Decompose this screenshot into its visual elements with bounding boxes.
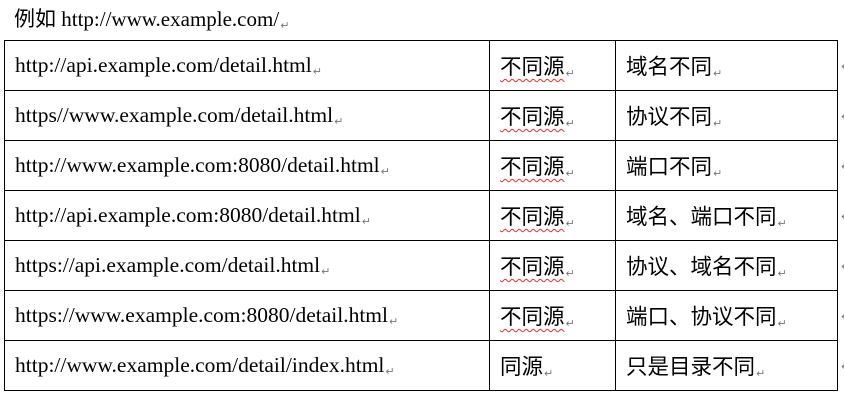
paragraph-mark-icon: ↵ (713, 167, 723, 180)
table-body: http://api.example.com/detail.html↵ 不同源↵ 域… (4, 40, 838, 391)
reason-text: 端口、协议不同 (626, 305, 777, 329)
reason-cell: 协议、域名不同↵ (615, 240, 838, 291)
origin-result-text: 同源 (500, 355, 544, 379)
url-text: https://api.example.com/detail.html (15, 253, 321, 277)
url-text: http://www.example.com/detail/index.html (15, 353, 385, 377)
paragraph-mark-icon: ↵ (565, 317, 575, 330)
paragraph-mark-icon: ↵ (565, 167, 575, 180)
table-row: http://api.example.com:8080/detail.html↵… (4, 190, 838, 241)
origin-result-text: 不同源 (500, 305, 565, 329)
reason-text: 协议不同 (626, 105, 713, 129)
url-text: http://api.example.com:8080/detail.html (15, 203, 361, 227)
origin-result-cell: 不同源↵ (489, 240, 616, 291)
url-cell: https//www.example.com/detail.html↵ (4, 90, 490, 141)
paragraph-mark-icon: ↵ (389, 315, 399, 328)
paragraph-mark-icon: ↵ (361, 215, 371, 228)
paragraph-mark-icon: ↵ (280, 19, 290, 32)
origin-result-text: 不同源 (500, 205, 565, 229)
paragraph-mark-icon: ↵ (777, 267, 787, 280)
reason-text: 只是目录不同 (626, 355, 756, 379)
table-row: http://www.example.com:8080/detail.html↵… (4, 140, 838, 191)
paragraph-mark-icon: ↵ (544, 367, 554, 380)
reason-text: 域名不同 (626, 55, 713, 79)
table-row: https//www.example.com/detail.html↵ 不同源↵ 协… (4, 90, 838, 141)
reason-cell: 只是目录不同↵ (615, 340, 838, 391)
reason-text: 域名、端口不同 (626, 205, 777, 229)
url-cell: http://www.example.com:8080/detail.html↵ (4, 140, 490, 191)
url-text: https//www.example.com/detail.html (15, 103, 334, 127)
url-cell: http://www.example.com/detail/index.html… (4, 340, 490, 391)
url-text: https://www.example.com:8080/detail.html (15, 303, 389, 327)
url-cell: https://api.example.com/detail.html↵ (4, 240, 490, 291)
paragraph-mark-icon: ↵ (565, 267, 575, 280)
url-cell: https://www.example.com:8080/detail.html… (4, 290, 490, 341)
paragraph-mark-icon: ↵ (713, 117, 723, 130)
origin-result-cell: 不同源↵ (489, 140, 616, 191)
paragraph-mark-icon: ↵ (565, 217, 575, 230)
table-row: https://api.example.com/detail.html↵ 不同源↵… (4, 240, 838, 291)
table-row: https://www.example.com:8080/detail.html… (4, 290, 838, 341)
table-row: http://www.example.com/detail/index.html… (4, 340, 838, 391)
paragraph-mark-icon: ↵ (713, 67, 723, 80)
intro-paragraph: 例如 http://www.example.com/↵ (14, 6, 289, 39)
reason-text: 端口不同 (626, 155, 713, 179)
paragraph-mark-icon: ↵ (334, 115, 344, 128)
paragraph-mark-icon: ↵ (321, 265, 331, 278)
url-cell: http://api.example.com/detail.html↵ (4, 40, 490, 91)
same-origin-table: http://api.example.com/detail.html↵ 不同源↵ 域… (4, 40, 838, 391)
origin-result-cell: 不同源↵ (489, 40, 616, 91)
origin-result-cell: 不同源↵ (489, 290, 616, 341)
origin-result-cell: 不同源↵ (489, 90, 616, 141)
reason-cell: 域名不同↵ (615, 40, 838, 91)
origin-result-text: 不同源 (500, 255, 565, 279)
reason-text: 协议、域名不同 (626, 255, 777, 279)
reason-cell: 协议不同↵ (615, 90, 838, 141)
url-text: http://www.example.com:8080/detail.html (15, 153, 380, 177)
paragraph-mark-icon: ↵ (777, 317, 787, 330)
table-row: http://api.example.com/detail.html↵ 不同源↵ 域… (4, 40, 838, 91)
paragraph-mark-icon: ↵ (565, 67, 575, 80)
origin-result-cell: 同源↵ (489, 340, 616, 391)
paragraph-mark-icon: ↵ (380, 165, 390, 178)
url-cell: http://api.example.com:8080/detail.html↵ (4, 190, 490, 241)
paragraph-mark-icon: ↵ (312, 65, 322, 78)
url-text: http://api.example.com/detail.html (15, 53, 312, 77)
reason-cell: 端口、协议不同↵ (615, 290, 838, 341)
paragraph-mark-icon: ↵ (756, 367, 766, 380)
reason-cell: 域名、端口不同↵ (615, 190, 838, 241)
intro-text: 例如 http://www.example.com/ (14, 7, 280, 31)
origin-result-text: 不同源 (500, 155, 565, 179)
origin-result-text: 不同源 (500, 105, 565, 129)
origin-result-text: 不同源 (500, 55, 565, 79)
reason-cell: 端口不同↵ (615, 140, 838, 191)
paragraph-mark-icon: ↵ (385, 365, 395, 378)
paragraph-mark-icon: ↵ (565, 117, 575, 130)
paragraph-mark-icon: ↵ (777, 217, 787, 230)
origin-result-cell: 不同源↵ (489, 190, 616, 241)
